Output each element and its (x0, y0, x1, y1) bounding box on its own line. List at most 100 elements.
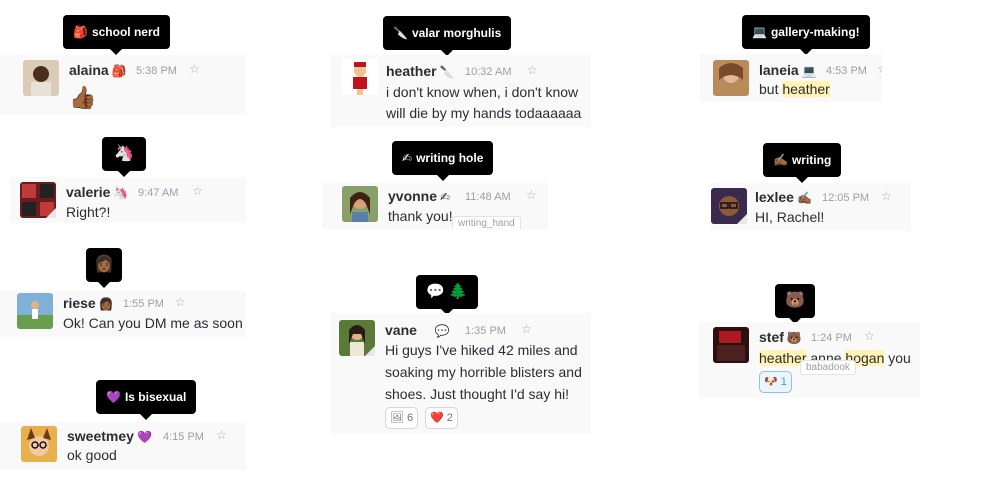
status-tooltip-writing: ✍🏾 writing (763, 143, 842, 183)
reaction-dog[interactable]: 🐶 1 (759, 371, 792, 393)
timestamp[interactable]: 11:48 AM (465, 191, 511, 203)
message-laneia[interactable]: laneia💻 4:53 PM ☆ but heather (700, 54, 882, 102)
star-icon[interactable]: ☆ (527, 63, 538, 77)
knife-icon: 🔪 (393, 26, 408, 40)
bear-icon[interactable]: 🐻 (787, 331, 802, 345)
timestamp[interactable]: 4:15 PM (163, 431, 204, 443)
avatar[interactable] (342, 186, 378, 222)
status-tooltip-gallery-making: 💻 gallery-making! (742, 15, 870, 55)
unicorn-icon: 🦄 (114, 145, 134, 162)
star-icon[interactable]: ☆ (189, 62, 200, 76)
presence-corner (46, 208, 56, 218)
framed-picture-icon: 🖼 (390, 412, 404, 424)
laptop-icon: 💻 (752, 25, 767, 39)
author-name[interactable]: laneia 💻 (759, 62, 817, 78)
timestamp[interactable]: 1:55 PM (123, 298, 164, 310)
message-valerie[interactable]: valerie 🦄 9:47 AM ☆ Right?! (10, 177, 246, 223)
reaction-count: 1 (780, 376, 787, 388)
message-heather[interactable]: heather 🔪 10:32 AM ☆ i don't know when, i… (331, 55, 591, 127)
message-alaina[interactable]: alaina 🎒 5:38 PM ☆ 👍🏾 (0, 55, 246, 115)
tooltip-text: writing hole (416, 151, 484, 165)
avatar[interactable] (21, 426, 57, 462)
avatar[interactable] (23, 60, 59, 96)
author-name[interactable]: alaina 🎒 (69, 62, 127, 78)
backpack-icon: 🎒 (73, 25, 88, 39)
avatar[interactable] (17, 293, 53, 329)
timestamp[interactable]: 9:47 AM (138, 187, 178, 199)
star-icon[interactable]: ☆ (521, 322, 532, 336)
author-name[interactable]: yvonne ✍ (388, 188, 450, 204)
message-sweetmey[interactable]: sweetmey 💜 4:15 PM ☆ ok good (0, 422, 246, 470)
author-name[interactable]: valerie 🦄 (66, 184, 128, 200)
writing-hand-icon: ✍🏾 (773, 153, 788, 167)
tooltip-text: gallery-making! (770, 25, 860, 39)
dog-icon: 🐶 (764, 376, 778, 388)
message-text-line: shoes. Just thought I'd say hi! (385, 386, 570, 402)
timestamp[interactable]: 1:35 PM (465, 325, 506, 337)
message-riese[interactable]: riese 👩🏾 1:55 PM ☆ Ok! Can you DM me as s… (0, 291, 246, 337)
reaction-picture[interactable]: 🖼 6 (385, 407, 419, 429)
timestamp[interactable]: 1:24 PM (811, 332, 852, 344)
message-text: Right?! (66, 204, 111, 220)
status-tooltip-writing-hole: ✍ writing hole (392, 141, 494, 181)
avatar[interactable] (342, 59, 378, 95)
status-tooltip-photo: 👩🏾 (86, 248, 122, 288)
speech-bubble-icon[interactable]: 💬 (435, 324, 450, 338)
writing-hand-icon: ✍ (402, 151, 413, 165)
portrait-icon[interactable]: 👩🏾 (99, 297, 114, 311)
star-icon[interactable]: ☆ (877, 62, 882, 76)
message-lexlee[interactable]: lexlee ✍🏾 12:05 PM ☆ HI, Rachel! (711, 183, 911, 231)
message-vane[interactable]: vane 💬 1:35 PM ☆ Hi guys I've hiked 42 mi… (331, 313, 591, 434)
status-tooltip-bisexual: 💜 Is bisexual (96, 380, 197, 420)
heart-icon[interactable]: 💜 (137, 430, 152, 444)
backpack-icon[interactable]: 🎒 (112, 64, 127, 78)
speech-bubble-tree-icon: 💬 🌲 (426, 283, 468, 300)
writing-hand-icon[interactable]: ✍ (440, 190, 450, 204)
star-icon[interactable]: ☆ (526, 188, 537, 202)
heart-icon: ❤️ (430, 412, 444, 424)
presence-corner (737, 214, 747, 224)
tooltip-text: writing (791, 153, 832, 167)
timestamp[interactable]: 5:38 PM (136, 65, 177, 77)
emoji-name-hover: babadook (800, 360, 856, 375)
knife-icon[interactable]: 🔪 (440, 65, 455, 79)
message-stef[interactable]: stef 🐻 1:24 PM ☆ heather anne hogan you b… (699, 322, 920, 398)
message-text-line: i don't know when, i don't know (386, 84, 579, 100)
author-name[interactable]: heather 🔪 (386, 63, 455, 79)
timestamp[interactable]: 12:05 PM (822, 192, 869, 204)
heart-icon: 💜 (106, 390, 121, 404)
laptop-icon[interactable]: 💻 (802, 64, 817, 78)
message-yvonne[interactable]: yvonne ✍ 11:48 AM ☆ thank you! writing_ha… (322, 183, 548, 229)
avatar[interactable] (713, 327, 749, 363)
message-text: HI, Rachel! (755, 209, 825, 225)
unicorn-icon[interactable]: 🦄 (113, 186, 128, 200)
message-text: but heather (759, 81, 830, 97)
avatar[interactable] (713, 60, 749, 96)
status-tooltip-valar-morghulis: 🔪 valar morghulis (383, 16, 512, 56)
timestamp[interactable]: 10:32 AM (465, 66, 511, 78)
star-icon[interactable]: ☆ (175, 295, 186, 309)
author-name[interactable]: vane 💬 (385, 322, 450, 338)
emoji-name-hover: writing_hand (452, 216, 521, 229)
presence-corner (365, 346, 375, 356)
tooltip-text: school nerd (91, 25, 160, 39)
writing-hand-icon[interactable]: ✍🏾 (797, 191, 812, 205)
star-icon[interactable]: ☆ (881, 189, 892, 203)
star-icon[interactable]: ☆ (216, 428, 227, 442)
reaction-count: 2 (446, 412, 453, 424)
author-name[interactable]: stef 🐻 (759, 329, 802, 345)
status-tooltip-school-nerd: 🎒 school nerd (63, 15, 170, 55)
reaction-count: 6 (407, 412, 414, 424)
star-icon[interactable]: ☆ (864, 329, 875, 343)
reaction-heart[interactable]: ❤️ 2 (425, 407, 458, 429)
author-name[interactable]: lexlee ✍🏾 (755, 189, 812, 205)
star-icon[interactable]: ☆ (192, 184, 203, 198)
author-name[interactable]: riese 👩🏾 (63, 295, 114, 311)
message-text: Ok! Can you DM me as soon (63, 315, 243, 331)
message-text-line: soaking my horrible blisters and (385, 364, 582, 380)
status-tooltip-unicorn: 🦄 (102, 137, 146, 177)
mention-highlight[interactable]: heather (782, 81, 830, 97)
timestamp[interactable]: 4:53 PM (826, 65, 867, 77)
tooltip-text: Is bisexual (124, 390, 187, 404)
author-name[interactable]: sweetmey 💜 (67, 428, 152, 444)
